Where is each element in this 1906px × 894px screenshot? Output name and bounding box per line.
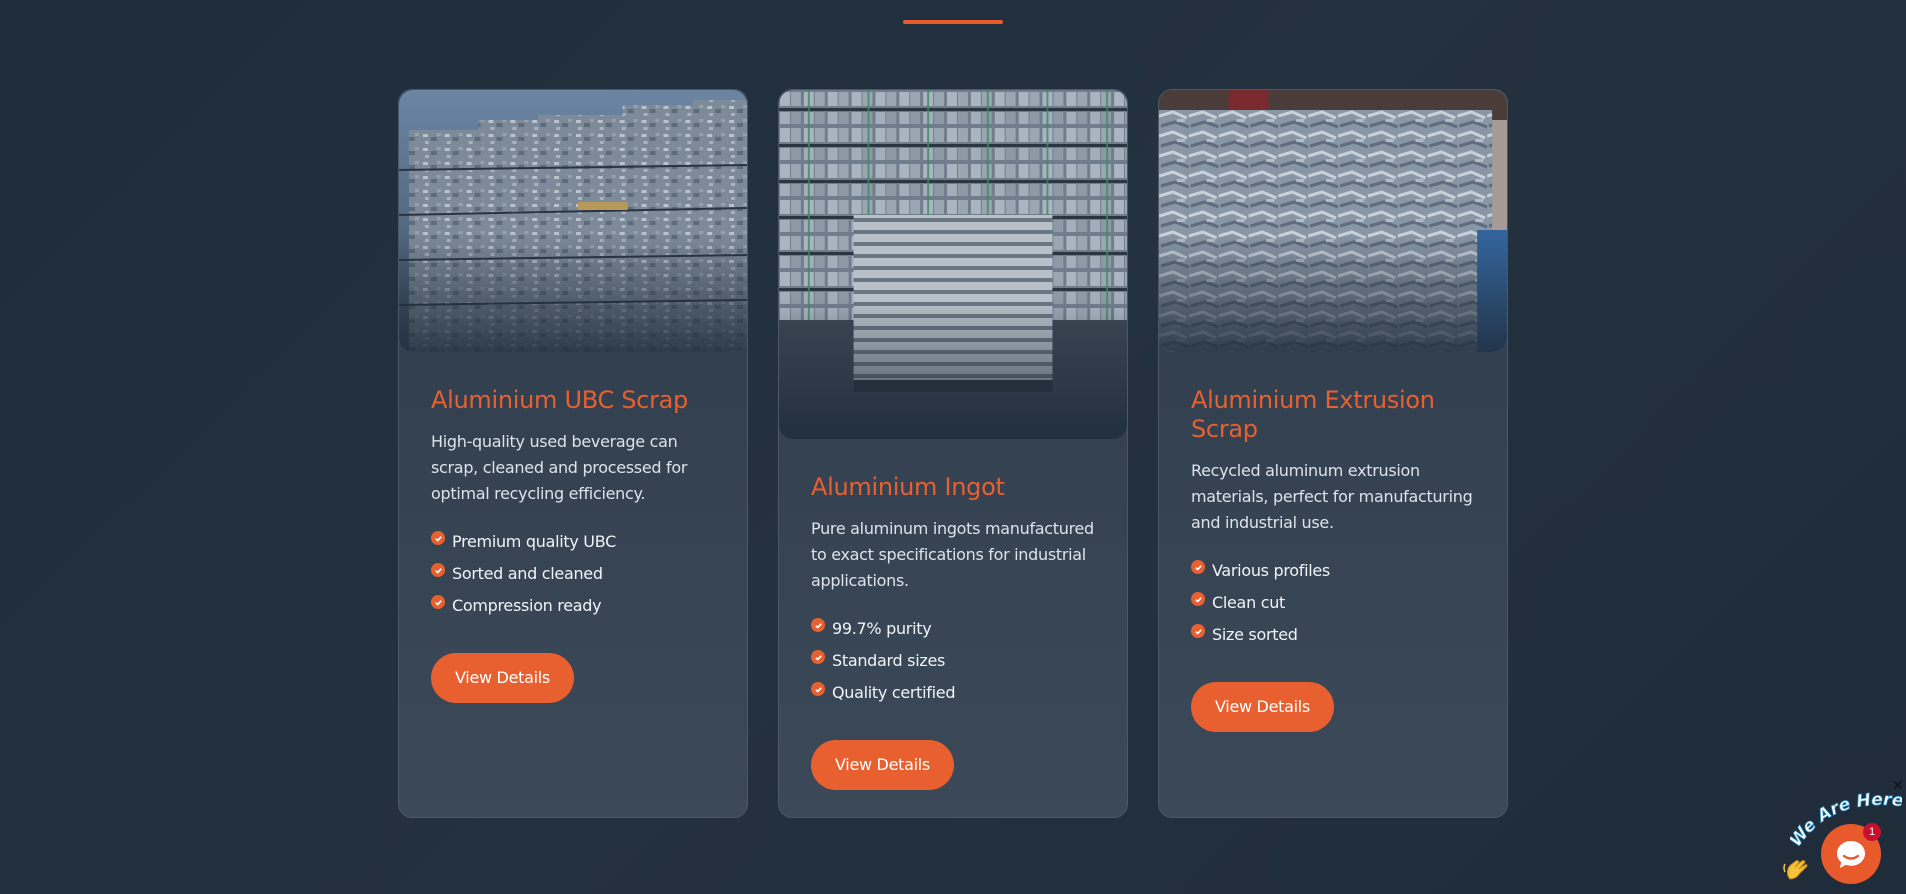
feature-item: Quality certified (811, 676, 1097, 708)
feature-item: Compression ready (431, 589, 717, 621)
product-title: Aluminium Extrusion Scrap (1191, 386, 1435, 443)
product-card-ubc-scrap: Aluminium UBC Scrap High-quality used be… (398, 89, 748, 818)
check-circle-icon (811, 618, 825, 632)
check-circle-icon (811, 682, 825, 696)
product-image-ingot (779, 90, 1127, 439)
product-image-ubc-scrap (399, 90, 747, 352)
feature-item: Various profiles (1191, 554, 1477, 586)
check-circle-icon (431, 563, 445, 577)
product-description: Recycled aluminum extrusion materials, p… (1191, 461, 1473, 532)
feature-item: Sorted and cleaned (431, 557, 717, 589)
product-card-extrusion-scrap: Aluminium Extrusion Scrap Recycled alumi… (1158, 89, 1508, 818)
product-description: Pure aluminum ingots manufactured to exa… (811, 519, 1094, 590)
feature-item: 99.7% purity (811, 612, 1097, 644)
feature-label: Clean cut (1212, 592, 1286, 612)
feature-item: Size sorted (1191, 618, 1477, 650)
check-circle-icon (1191, 560, 1205, 574)
chat-widget: ✕ We Are Here! 1 (1780, 770, 1906, 894)
notification-badge: 1 (1863, 823, 1881, 841)
check-circle-icon (431, 531, 445, 545)
feature-label: Standard sizes (832, 650, 946, 670)
feature-item: Clean cut (1191, 586, 1477, 618)
feature-item: Standard sizes (811, 644, 1097, 676)
check-circle-icon (1191, 592, 1205, 606)
product-title: Aluminium UBC Scrap (431, 386, 688, 414)
feature-label: Sorted and cleaned (452, 563, 603, 583)
feature-item: Premium quality UBC (431, 525, 717, 557)
section-accent-line (903, 20, 1003, 24)
view-details-button[interactable]: View Details (1191, 682, 1334, 732)
check-circle-icon (431, 595, 445, 609)
check-circle-icon (1191, 624, 1205, 638)
product-card-ingot: Aluminium Ingot Pure aluminum ingots man… (778, 89, 1128, 818)
product-description: High-quality used beverage can scrap, cl… (431, 432, 688, 503)
feature-label: Various profiles (1212, 560, 1330, 580)
feature-list: Premium quality UBC Sorted and cleaned C… (431, 525, 717, 621)
waving-hand-icon (1783, 860, 1808, 880)
feature-label: Size sorted (1212, 624, 1298, 644)
check-circle-icon (811, 650, 825, 664)
chat-bubble-icon (1837, 841, 1865, 868)
feature-label: 99.7% purity (832, 618, 932, 638)
product-title: Aluminium Ingot (811, 473, 1005, 501)
feature-label: Compression ready (452, 595, 602, 615)
view-details-button[interactable]: View Details (431, 653, 574, 703)
feature-label: Premium quality UBC (452, 531, 616, 551)
feature-list: Various profiles Clean cut Size sorted (1191, 554, 1477, 650)
view-details-button[interactable]: View Details (811, 740, 954, 790)
feature-label: Quality certified (832, 682, 956, 702)
close-icon[interactable]: ✕ (1892, 778, 1904, 792)
product-image-extrusion-scrap (1159, 90, 1507, 352)
feature-list: 99.7% purity Standard sizes Quality cert… (811, 612, 1097, 708)
